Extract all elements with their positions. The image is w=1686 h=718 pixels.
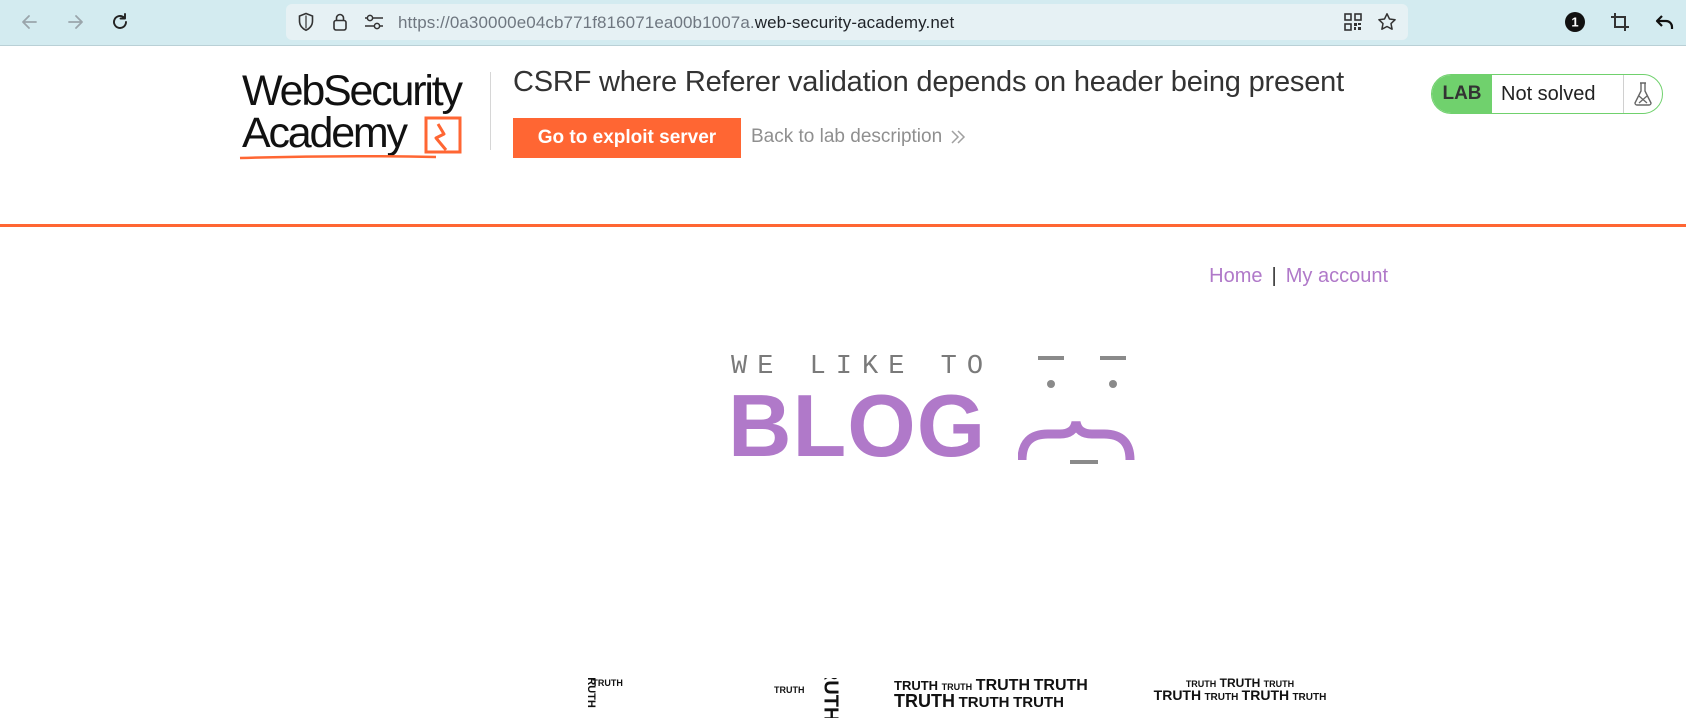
thumbnail-word: TRUTH [975,678,1031,694]
reload-icon[interactable] [106,9,134,35]
thumbnail-word: TRUTH [894,691,955,712]
notification-count: 1 [1571,15,1578,30]
thumbnail-word: TRUTH [584,678,597,708]
url-text[interactable]: https://0a30000e04cb771f816071ea00b1007a… [398,13,954,33]
go-to-exploit-server-button[interactable]: Go to exploit server [513,118,741,158]
logo-line2: Academy [242,109,408,157]
thumbnail-word: TRUTH [1292,692,1327,704]
logo-underline-icon [239,154,437,160]
lock-icon[interactable] [330,12,350,32]
header-divider [490,72,491,150]
thumbnail-word: TRUTH [819,678,842,718]
back-to-lab-description-link[interactable]: Back to lab description [751,126,966,148]
lab-title: CSRF where Referer validation depends on… [513,66,1344,98]
web-security-academy-logo[interactable]: WebSecurity Academy [238,70,488,162]
permissions-icon[interactable] [364,12,384,32]
logo-line1: WebSecurity [242,67,463,115]
back-arrow-icon[interactable] [16,9,44,35]
thumbnail-word: TRUTH [774,685,805,695]
thumbnail-word: TRUTH [958,694,1010,712]
lab-header: WebSecurity Academy CSRF where Referer v… [0,46,1686,226]
flask-icon [1624,75,1662,113]
post-thumbnail-2[interactable]: TRUTH TRUTH [774,678,848,718]
blog-post-thumbnails: TRUTH TRUTH TRUTH TRUTH TRUTH TRUTH TRUT… [540,668,1340,718]
top-nav: Home | My account [1200,265,1388,288]
thumbnail-word: TRUTH [1241,687,1290,704]
thumbnail-word: TRUTH [1204,692,1239,704]
post-thumbnail-1[interactable]: TRUTH TRUTH [552,678,624,718]
thumbnail-word: TRUTH [1033,678,1088,694]
header-orange-rule [0,224,1686,227]
lab-status-text: Not solved [1492,75,1624,113]
post-thumbnail-4[interactable]: TRUTH TRUTH TRUTH TRUTH TRUTH TRUTH TRUT… [1152,678,1328,718]
nav-separator: | [1271,265,1277,287]
undo-icon[interactable] [1651,9,1679,35]
post-thumbnail-3[interactable]: TRUTH TRUTH TRUTH TRUTH TRUTH TRUTH TRUT… [894,678,1102,718]
blog-banner: WE LIKE TO BLOG [728,352,1173,472]
lab-status-widget: LAB Not solved [1431,74,1663,114]
banner-face-icon [1018,356,1135,464]
crop-icon[interactable] [1606,9,1634,35]
thumbnail-word: TRUTH [1013,694,1064,712]
notification-icon[interactable]: 1 [1561,9,1589,35]
nav-my-account-link[interactable]: My account [1286,265,1388,287]
browser-toolbar: https://0a30000e04cb771f816071ea00b1007a… [0,0,1686,46]
qr-code-icon[interactable] [1343,12,1363,32]
shield-icon[interactable] [296,12,316,32]
thumbnail-word: TRUTH [1153,687,1202,704]
nav-home-link[interactable]: Home [1209,265,1262,287]
double-chevron-right-icon [951,130,966,144]
forward-arrow-icon[interactable] [61,9,89,35]
back-link-label: Back to lab description [751,126,943,147]
url-prefix: https://0a30000e04cb771f816071ea00b1007a… [398,13,755,32]
address-bar[interactable]: https://0a30000e04cb771f816071ea00b1007a… [286,4,1408,40]
lab-badge: LAB [1432,75,1492,113]
logo-mark-icon [424,116,462,154]
thumbnail-word: TRUTH [592,678,623,688]
url-domain: web-security-academy.net [754,13,955,32]
star-icon[interactable] [1377,12,1397,32]
banner-big-text: BLOG [728,376,987,475]
